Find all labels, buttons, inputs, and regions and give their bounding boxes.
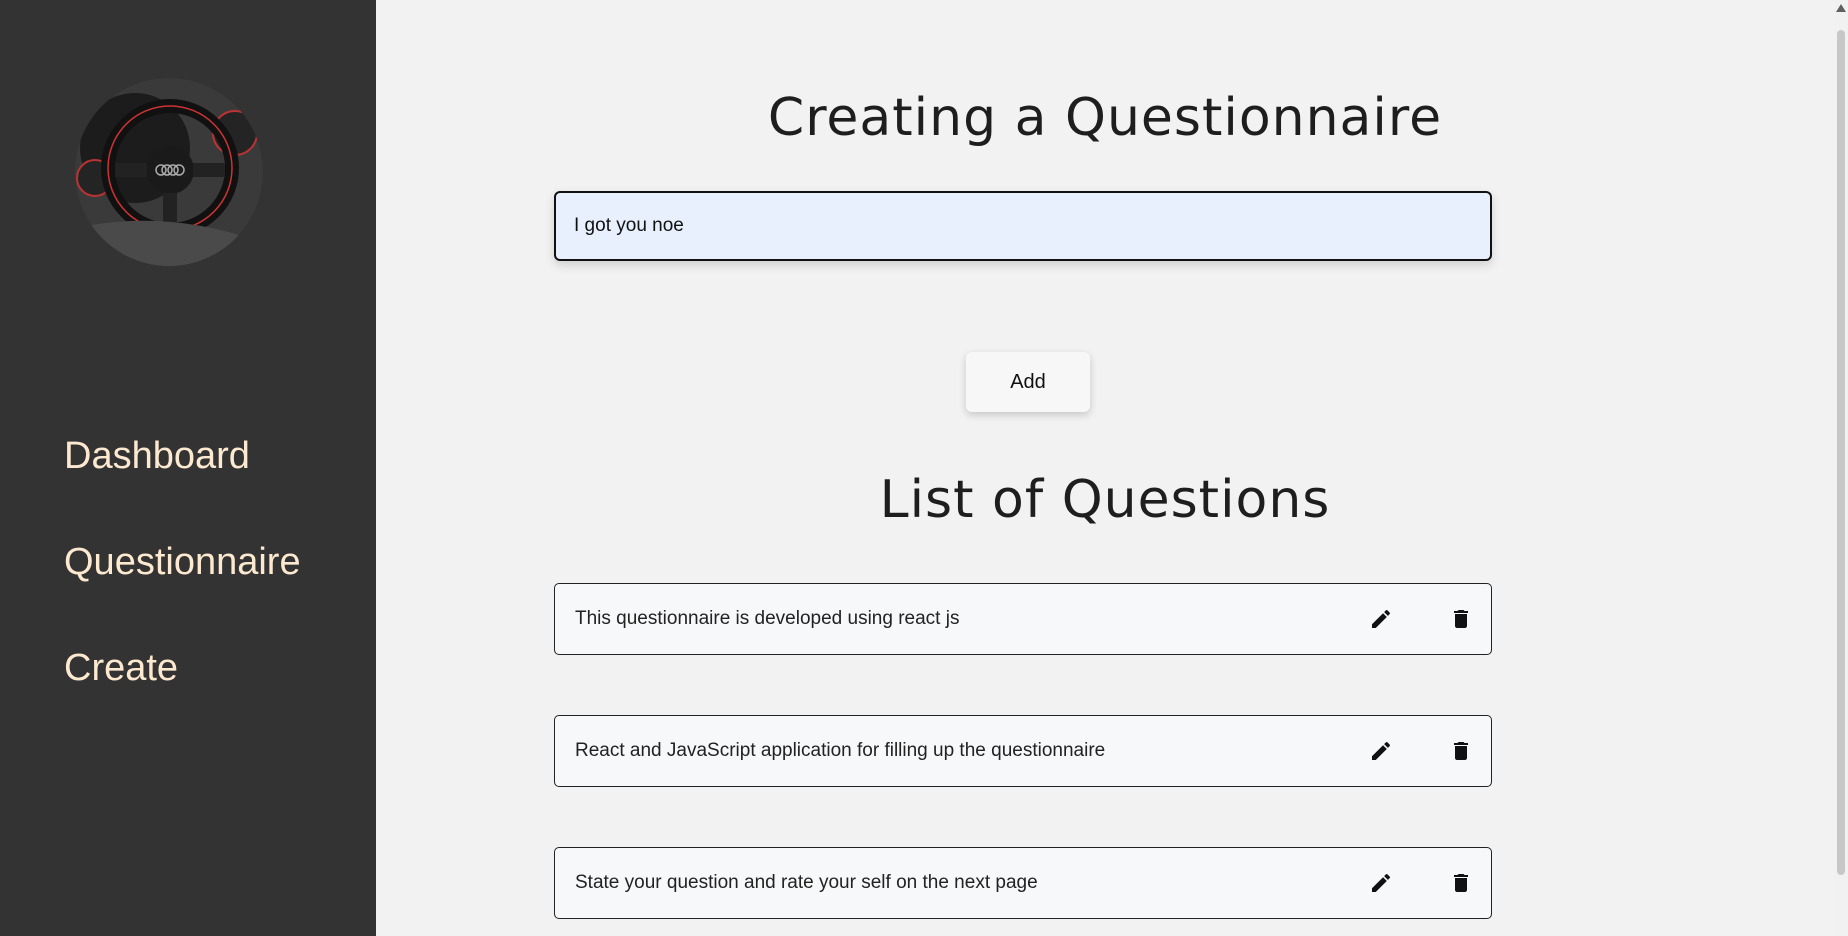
- question-row: This questionnaire is developed using re…: [554, 583, 1492, 655]
- sidebar-item-dashboard[interactable]: Dashboard: [64, 434, 250, 478]
- question-row: React and JavaScript application for fil…: [554, 715, 1492, 787]
- trash-icon[interactable]: [1446, 736, 1476, 766]
- sidebar: Dashboard Questionnaire Create: [0, 0, 376, 936]
- trash-icon[interactable]: [1446, 604, 1476, 634]
- sidebar-item-create[interactable]: Create: [64, 646, 178, 690]
- vertical-scrollbar[interactable]: [1834, 0, 1848, 936]
- pencil-icon[interactable]: [1366, 736, 1396, 766]
- add-button[interactable]: Add: [966, 352, 1090, 412]
- question-input[interactable]: [554, 191, 1492, 261]
- list-title: List of Questions: [879, 470, 1331, 530]
- page-title: Creating a Questionnaire: [767, 88, 1443, 148]
- sidebar-item-questionnaire[interactable]: Questionnaire: [64, 540, 301, 584]
- question-text: React and JavaScript application for fil…: [575, 740, 1106, 761]
- avatar: [75, 78, 263, 266]
- steering-wheel-photo: [75, 78, 263, 266]
- pencil-icon[interactable]: [1366, 604, 1396, 634]
- trash-icon[interactable]: [1446, 868, 1476, 898]
- scroll-thumb[interactable]: [1837, 30, 1845, 875]
- pencil-icon[interactable]: [1366, 868, 1396, 898]
- question-text: State your question and rate your self o…: [575, 872, 1038, 893]
- scroll-up-icon[interactable]: [1836, 4, 1846, 12]
- question-row: State your question and rate your self o…: [554, 847, 1492, 919]
- question-text: This questionnaire is developed using re…: [575, 608, 960, 629]
